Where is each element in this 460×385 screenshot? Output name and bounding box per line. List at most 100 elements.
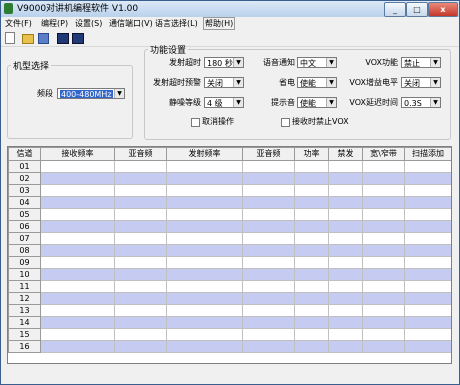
band-select[interactable]: 400-480MHz ▼ xyxy=(57,88,125,99)
menu-file[interactable]: 文件(F) xyxy=(5,18,32,29)
scan-add-cell[interactable] xyxy=(404,268,451,281)
bandwidth-cell[interactable] xyxy=(362,328,405,341)
chevron-down-icon[interactable]: ▼ xyxy=(430,78,440,87)
bandwidth-cell[interactable] xyxy=(362,196,405,209)
menu-help[interactable]: 帮助(H) xyxy=(203,17,236,30)
rx-disable-vox-checkbox[interactable] xyxy=(281,118,290,127)
rx-freq-cell[interactable] xyxy=(40,316,115,329)
table-row[interactable]: 02 xyxy=(8,172,451,185)
tx-freq-cell[interactable] xyxy=(166,316,243,329)
tx-ctcss-cell[interactable] xyxy=(242,208,295,221)
bandwidth-cell[interactable] xyxy=(362,280,405,293)
table-row[interactable]: 03 xyxy=(8,184,451,197)
scan-add-cell[interactable] xyxy=(404,256,451,269)
scan-add-cell[interactable] xyxy=(404,280,451,293)
power-cell[interactable] xyxy=(294,160,329,173)
tx-inhibit-cell[interactable] xyxy=(328,184,363,197)
tx-inhibit-cell[interactable] xyxy=(328,160,363,173)
new-file-icon[interactable] xyxy=(5,32,15,44)
menu-comm-port[interactable]: 通信端口(V) xyxy=(109,18,153,29)
menu-program[interactable]: 编程(P) xyxy=(41,18,68,29)
chevron-down-icon[interactable]: ▼ xyxy=(430,98,440,107)
power-cell[interactable] xyxy=(294,268,329,281)
power-cell[interactable] xyxy=(294,196,329,209)
tx-ctcss-cell[interactable] xyxy=(242,232,295,245)
scan-add-cell[interactable] xyxy=(404,340,451,353)
power-cell[interactable] xyxy=(294,316,329,329)
power-cell[interactable] xyxy=(294,340,329,353)
rx-ctcss-cell[interactable] xyxy=(114,256,167,269)
scan-add-cell[interactable] xyxy=(404,196,451,209)
tx-ctcss-cell[interactable] xyxy=(242,328,295,341)
rx-ctcss-cell[interactable] xyxy=(114,172,167,185)
save-icon[interactable] xyxy=(38,33,49,44)
vox-select[interactable]: 禁止 ▼ xyxy=(401,57,441,68)
power-cell[interactable] xyxy=(294,244,329,257)
tx-inhibit-cell[interactable] xyxy=(328,304,363,317)
bandwidth-cell[interactable] xyxy=(362,220,405,233)
chevron-down-icon[interactable]: ▼ xyxy=(326,98,336,107)
tx-timeout-select[interactable]: 180 秒 ▼ xyxy=(204,57,244,68)
scan-add-cell[interactable] xyxy=(404,244,451,257)
rx-ctcss-cell[interactable] xyxy=(114,244,167,257)
rx-freq-cell[interactable] xyxy=(40,280,115,293)
tx-inhibit-cell[interactable] xyxy=(328,316,363,329)
read-radio-icon[interactable] xyxy=(57,33,69,44)
bandwidth-cell[interactable] xyxy=(362,244,405,257)
chevron-down-icon[interactable]: ▼ xyxy=(326,78,336,87)
table-row[interactable]: 04 xyxy=(8,196,451,209)
rx-ctcss-cell[interactable] xyxy=(114,208,167,221)
table-row[interactable]: 16 xyxy=(8,340,451,353)
rx-ctcss-cell[interactable] xyxy=(114,292,167,305)
rx-ctcss-cell[interactable] xyxy=(114,220,167,233)
tx-ctcss-cell[interactable] xyxy=(242,280,295,293)
tx-inhibit-cell[interactable] xyxy=(328,172,363,185)
tx-inhibit-cell[interactable] xyxy=(328,280,363,293)
close-button[interactable]: x xyxy=(428,2,458,17)
power-cell[interactable] xyxy=(294,328,329,341)
scan-add-cell[interactable] xyxy=(404,160,451,173)
bandwidth-cell[interactable] xyxy=(362,268,405,281)
chevron-down-icon[interactable]: ▼ xyxy=(114,89,124,98)
bandwidth-cell[interactable] xyxy=(362,256,405,269)
power-cell[interactable] xyxy=(294,280,329,293)
table-row[interactable]: 15 xyxy=(8,328,451,341)
tx-freq-cell[interactable] xyxy=(166,244,243,257)
rx-ctcss-cell[interactable] xyxy=(114,232,167,245)
table-row[interactable]: 08 xyxy=(8,244,451,257)
tx-inhibit-cell[interactable] xyxy=(328,244,363,257)
tx-inhibit-cell[interactable] xyxy=(328,196,363,209)
scan-add-cell[interactable] xyxy=(404,304,451,317)
rx-freq-cell[interactable] xyxy=(40,292,115,305)
rx-freq-cell[interactable] xyxy=(40,232,115,245)
table-row[interactable]: 14 xyxy=(8,316,451,329)
power-cell[interactable] xyxy=(294,232,329,245)
rx-freq-cell[interactable] xyxy=(40,304,115,317)
rx-freq-cell[interactable] xyxy=(40,328,115,341)
chevron-down-icon[interactable]: ▼ xyxy=(326,58,336,67)
chevron-down-icon[interactable]: ▼ xyxy=(233,58,243,67)
tx-ctcss-cell[interactable] xyxy=(242,196,295,209)
rx-freq-cell[interactable] xyxy=(40,172,115,185)
tx-ctcss-cell[interactable] xyxy=(242,304,295,317)
menu-language[interactable]: 语言选择(L) xyxy=(155,18,198,29)
table-row[interactable]: 11 xyxy=(8,280,451,293)
table-row[interactable]: 13 xyxy=(8,304,451,317)
scan-add-cell[interactable] xyxy=(404,184,451,197)
rx-ctcss-cell[interactable] xyxy=(114,160,167,173)
tx-ctcss-cell[interactable] xyxy=(242,340,295,353)
write-radio-icon[interactable] xyxy=(72,33,84,44)
vox-gain-select[interactable]: 关闭 ▼ xyxy=(401,77,441,88)
tx-freq-cell[interactable] xyxy=(166,292,243,305)
table-row[interactable]: 01 xyxy=(8,160,451,173)
bandwidth-cell[interactable] xyxy=(362,232,405,245)
rx-freq-cell[interactable] xyxy=(40,196,115,209)
table-row[interactable]: 05 xyxy=(8,208,451,221)
tx-freq-cell[interactable] xyxy=(166,280,243,293)
table-row[interactable]: 12 xyxy=(8,292,451,305)
scan-add-cell[interactable] xyxy=(404,292,451,305)
tx-ctcss-cell[interactable] xyxy=(242,268,295,281)
tx-freq-cell[interactable] xyxy=(166,196,243,209)
squelch-select[interactable]: 4 级 ▼ xyxy=(204,97,244,108)
tx-freq-cell[interactable] xyxy=(166,220,243,233)
